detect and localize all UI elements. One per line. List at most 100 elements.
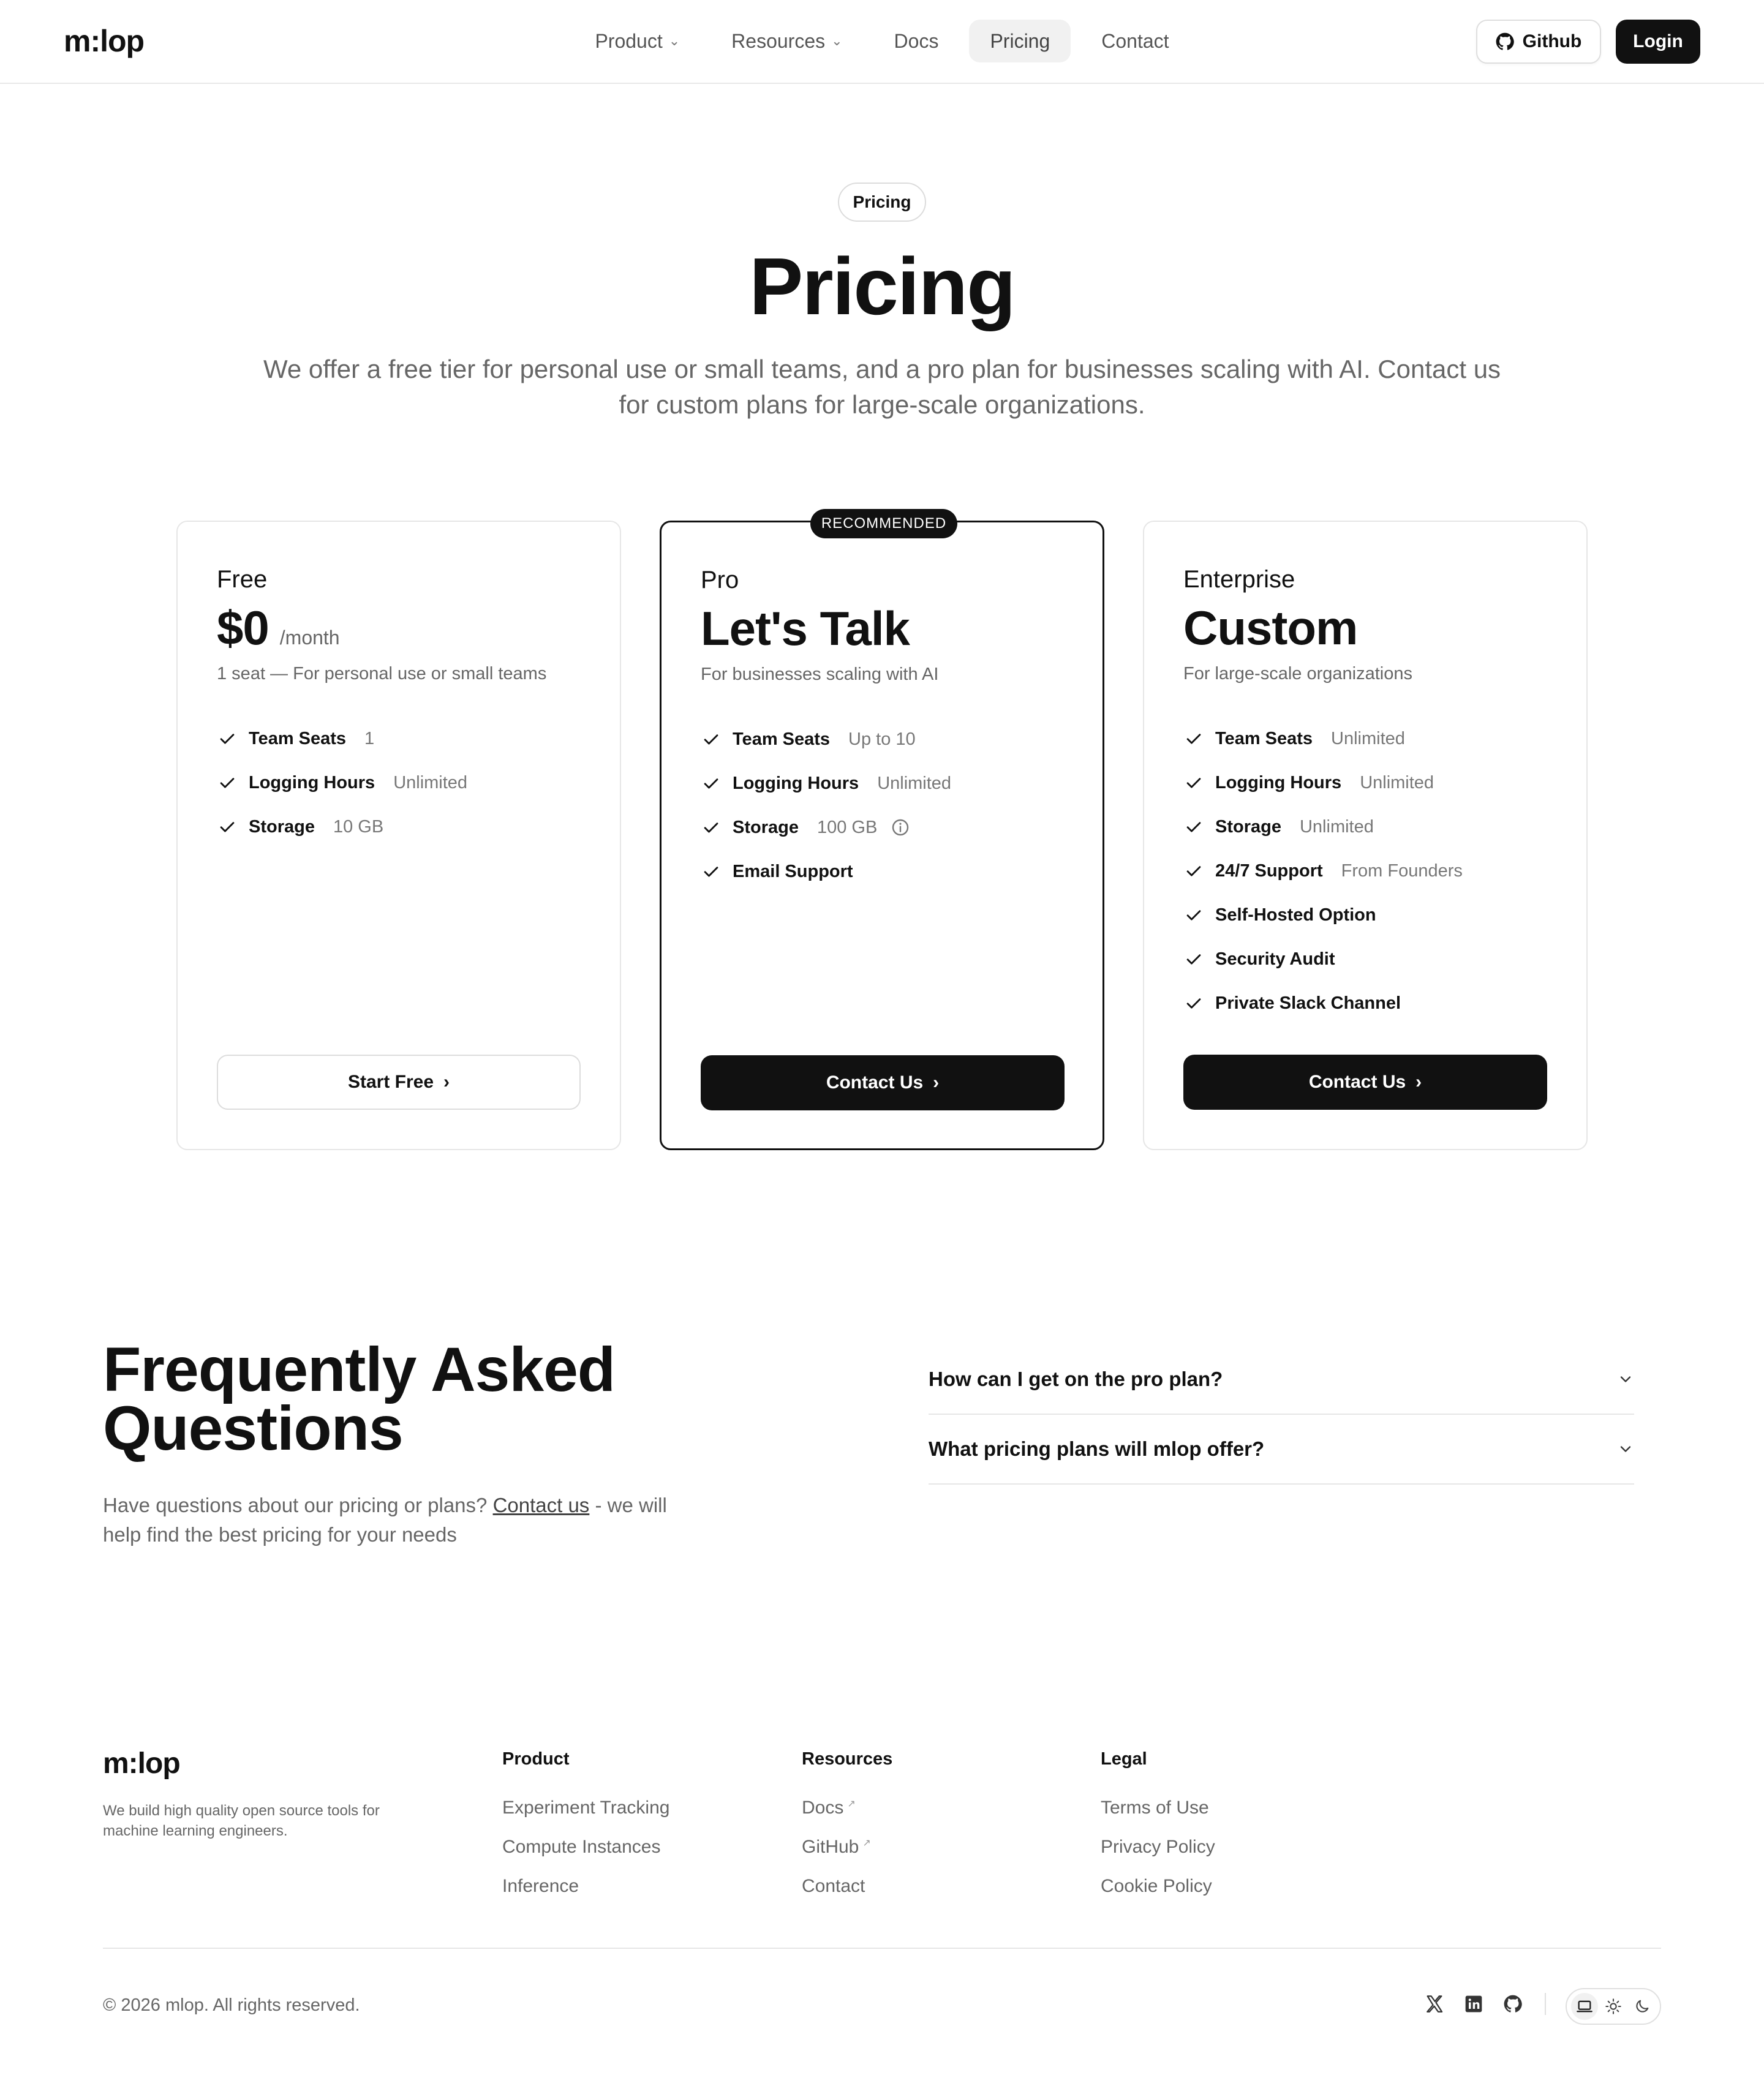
chevron-right-icon: › (1415, 1072, 1422, 1092)
feature-label: 24/7 Support (1215, 861, 1323, 881)
footer-link[interactable]: Privacy Policy (1101, 1837, 1215, 1876)
cta-label: Contact Us (826, 1072, 924, 1093)
separator (1545, 1993, 1546, 2015)
footer-logo[interactable]: m:lop (103, 1747, 181, 1780)
nav-product[interactable]: Product ⌄ (574, 20, 701, 62)
plan-price: $0 /month (217, 600, 340, 656)
chevron-down-icon: ⌄ (831, 33, 843, 48)
feature-value: Up to 10 (848, 729, 916, 749)
laptop-icon[interactable] (1571, 1993, 1599, 2020)
feature-item: 24/7 Support From Founders (1183, 849, 1463, 893)
feature-label: Team Seats (733, 729, 831, 749)
feature-value: 10 GB (333, 816, 384, 837)
page-title: Pricing (749, 241, 1016, 331)
faq-item[interactable]: How can I get on the pro plan? (929, 1345, 1634, 1415)
check-icon (704, 823, 718, 833)
footer-link[interactable]: Cookie Policy (1101, 1876, 1215, 1915)
footer-link[interactable]: Experiment Tracking (502, 1798, 669, 1837)
github-icon (1496, 32, 1514, 50)
start-free-button[interactable]: Start Free › (217, 1055, 581, 1110)
feature-label: Security Audit (1215, 949, 1335, 969)
footer-link-label: Docs (802, 1798, 844, 1818)
plan-features: Team Seats 1 Logging Hours Unlimited Sto… (217, 717, 467, 849)
sun-icon[interactable] (1600, 1993, 1627, 2020)
recommended-badge: RECOMMENDED (810, 509, 957, 538)
footer-column-title: Product (502, 1749, 570, 1769)
feature-label: Logging Hours (733, 773, 859, 793)
github-icon[interactable] (1502, 1993, 1524, 2015)
contact-us-link[interactable]: Contact us (493, 1494, 590, 1516)
feature-item: Logging Hours Unlimited (1183, 761, 1463, 805)
check-icon (220, 822, 235, 832)
nav-contact-label: Contact (1101, 29, 1169, 52)
contact-us-button[interactable]: Contact Us › (1183, 1055, 1547, 1110)
feature-value: Unlimited (393, 772, 468, 793)
faq-subtitle: Have questions about our pricing or plan… (103, 1491, 679, 1550)
linkedin-icon[interactable] (1463, 1993, 1485, 2015)
nav-resources[interactable]: Resources ⌄ (710, 20, 863, 62)
external-link-icon: ↗ (862, 1838, 871, 1848)
check-icon (704, 867, 718, 877)
plan-price-amount: Custom (1183, 601, 1358, 655)
feature-label: Logging Hours (1215, 772, 1342, 793)
feature-item: Security Audit (1183, 937, 1463, 981)
feature-value: 100 GB (816, 817, 878, 837)
github-button-label: Github (1522, 31, 1582, 51)
check-icon (1186, 778, 1201, 788)
feature-item: Logging Hours Unlimited (217, 761, 467, 805)
feature-item: Team Seats 1 (217, 717, 467, 761)
footer-link[interactable]: GitHub ↗ (802, 1837, 892, 1876)
nav-product-label: Product (595, 29, 663, 52)
feature-value: Unlimited (1331, 728, 1405, 748)
feature-label: Storage (249, 816, 315, 837)
nav-docs[interactable]: Docs (873, 20, 960, 62)
github-button[interactable]: Github (1476, 20, 1601, 64)
external-link-icon: ↗ (847, 1799, 856, 1809)
footer-link[interactable]: Inference (502, 1876, 669, 1915)
footer-link[interactable]: Terms of Use (1101, 1798, 1215, 1837)
plan-name: Enterprise (1183, 566, 1295, 593)
chevron-right-icon: › (443, 1072, 450, 1092)
check-icon (1186, 910, 1201, 921)
feature-label: Storage (733, 817, 799, 837)
contact-us-button[interactable]: Contact Us › (701, 1055, 1065, 1110)
footer-link-label: Terms of Use (1101, 1798, 1209, 1818)
footer-column-title: Legal (1101, 1749, 1147, 1769)
nav-contact[interactable]: Contact (1080, 20, 1189, 62)
feature-value: From Founders (1341, 861, 1463, 881)
page-subtitle: We offer a free tier for personal use or… (263, 355, 1501, 419)
faq-item[interactable]: What pricing plans will mlop offer? (929, 1415, 1634, 1485)
plan-price-unit: /month (279, 627, 340, 649)
chevron-down-icon: ⌄ (668, 33, 680, 48)
footer-link[interactable]: Docs ↗ (802, 1798, 892, 1837)
plan-features: Team Seats Unlimited Logging Hours Unlim… (1183, 717, 1463, 1025)
feature-value: Unlimited (877, 773, 952, 793)
info-icon[interactable] (891, 818, 910, 837)
footer-link[interactable]: Compute Instances (502, 1837, 669, 1876)
feature-item: Team Seats Up to 10 (701, 717, 951, 761)
section-pill: Pricing (838, 183, 926, 222)
login-button[interactable]: Login (1616, 20, 1700, 64)
footer-column-product: Product Experiment Tracking Compute Inst… (502, 1749, 669, 1915)
footer-link-label: Contact (802, 1876, 865, 1896)
footer-divider (103, 1948, 1661, 1949)
plan-description: For businesses scaling with AI (701, 665, 939, 684)
feature-item: Self-Hosted Option (1183, 893, 1463, 937)
moon-icon[interactable] (1629, 1993, 1656, 2020)
nav-pricing[interactable]: Pricing (969, 20, 1071, 62)
footer-link[interactable]: Contact (802, 1876, 892, 1915)
faq-subtitle-text: Have questions about our pricing or plan… (103, 1494, 493, 1516)
check-icon (1186, 734, 1201, 744)
feature-label: Email Support (733, 861, 853, 881)
plan-price: Let's Talk (701, 601, 910, 657)
footer-link-label: Cookie Policy (1101, 1876, 1212, 1896)
x-icon[interactable] (1423, 1993, 1446, 2015)
check-icon (220, 734, 235, 744)
nav-pricing-label: Pricing (990, 29, 1050, 52)
check-icon (1186, 822, 1201, 832)
check-icon (1186, 866, 1201, 876)
check-icon (1186, 998, 1201, 1009)
theme-toggle (1566, 1988, 1661, 2025)
feature-label: Team Seats (1215, 728, 1313, 748)
chevron-down-icon (1620, 1446, 1631, 1452)
